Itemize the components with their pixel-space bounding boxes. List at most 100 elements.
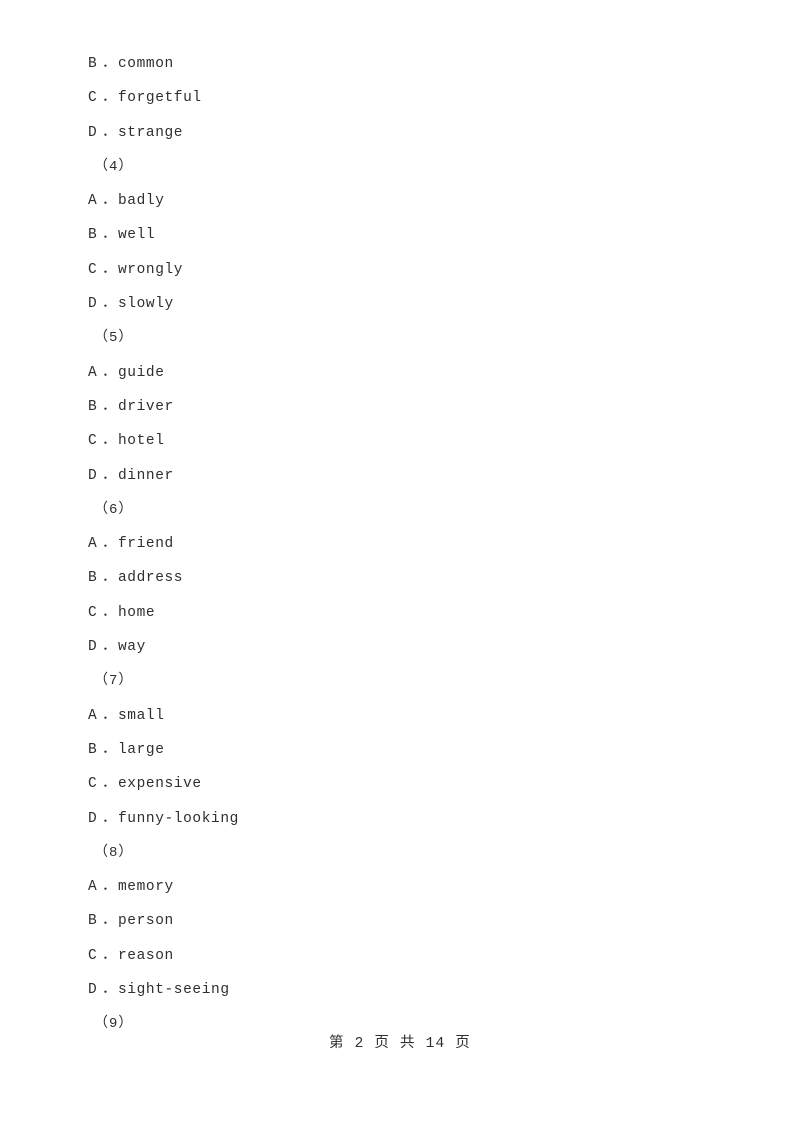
answer-option: C ．wrongly <box>88 253 728 287</box>
option-letter: B <box>88 913 98 930</box>
answer-option: A ．guide <box>88 356 728 390</box>
option-letter: A <box>88 879 98 896</box>
answer-option: A ．badly <box>88 184 728 218</box>
question-number: （8） <box>94 844 134 861</box>
option-separator: ． <box>102 296 118 313</box>
option-separator: ． <box>102 467 118 484</box>
answer-option: A ．friend <box>88 527 728 561</box>
option-letter: D <box>88 810 98 827</box>
option-text: small <box>118 707 165 724</box>
option-separator: ． <box>102 741 118 758</box>
option-separator: ． <box>102 227 118 244</box>
option-separator: ． <box>102 124 118 141</box>
answer-option: B ．address <box>88 561 728 595</box>
option-separator: ． <box>102 570 118 587</box>
option-letter: D <box>88 124 98 141</box>
option-text: large <box>118 741 165 758</box>
answer-option: D ．dinner <box>88 459 728 493</box>
option-text: way <box>118 639 146 656</box>
answer-option: B ．person <box>88 904 728 938</box>
answer-option: C ．forgetful <box>88 81 728 115</box>
option-letter: A <box>88 364 98 381</box>
question-number: （7） <box>94 673 134 690</box>
option-separator: ． <box>102 90 118 107</box>
document-page: B ．common C ．forgetful D ．strange （4） A ．badly B ．… <box>0 0 800 1132</box>
option-separator: ． <box>102 947 118 964</box>
answer-option: C ．hotel <box>88 424 728 458</box>
option-letter: A <box>88 536 98 553</box>
answer-option: D ．strange <box>88 116 728 150</box>
option-text: strange <box>118 124 184 141</box>
option-letter: C <box>88 776 98 793</box>
answer-option: D ．slowly <box>88 287 728 321</box>
option-text: hotel <box>118 433 165 450</box>
option-text: funny-looking <box>118 810 239 827</box>
answer-option: D ．sight-seeing <box>88 973 728 1007</box>
option-separator: ． <box>102 982 118 999</box>
option-text: guide <box>118 364 165 381</box>
answer-option: A ．memory <box>88 870 728 904</box>
option-letter: C <box>88 947 98 964</box>
option-letter: C <box>88 604 98 621</box>
option-separator: ． <box>102 56 118 72</box>
option-text: memory <box>118 879 174 896</box>
option-separator: ． <box>102 810 118 827</box>
option-letter: D <box>88 982 98 999</box>
option-text: wrongly <box>118 261 184 278</box>
answer-option: C ．reason <box>88 939 728 973</box>
option-separator: ． <box>102 604 118 621</box>
question-number: （6） <box>94 501 134 518</box>
option-text: expensive <box>118 776 202 793</box>
option-text: reason <box>118 947 174 964</box>
option-letter: D <box>88 467 98 484</box>
option-letter: B <box>88 56 98 72</box>
option-separator: ． <box>102 261 118 278</box>
option-text: friend <box>118 536 174 553</box>
answer-option: B ．well <box>88 218 728 252</box>
option-text: address <box>118 570 184 587</box>
option-letter: B <box>88 741 98 758</box>
option-text: forgetful <box>118 90 202 107</box>
option-separator: ． <box>102 776 118 793</box>
answer-option: B ．large <box>88 733 728 767</box>
option-letter: C <box>88 261 98 278</box>
answer-option: B ．driver <box>88 390 728 424</box>
question-number: （4） <box>94 158 134 175</box>
option-text: dinner <box>118 467 174 484</box>
option-letter: B <box>88 227 98 244</box>
option-text: person <box>118 913 174 930</box>
option-letter: D <box>88 296 98 313</box>
option-separator: ． <box>102 433 118 450</box>
option-separator: ． <box>102 364 118 381</box>
option-letter: D <box>88 639 98 656</box>
option-letter: B <box>88 570 98 587</box>
option-text: well <box>118 227 156 244</box>
option-separator: ． <box>102 398 118 415</box>
option-separator: ． <box>102 913 118 930</box>
answer-option: A ．small <box>88 699 728 733</box>
option-letter: A <box>88 193 98 210</box>
option-separator: ． <box>102 193 118 210</box>
option-text: home <box>118 604 156 621</box>
question-list: B ．common C ．forgetful D ．strange （4） A ．badly B ．… <box>88 47 728 1042</box>
page-footer: 第 2 页 共 14 页 <box>328 1036 471 1052</box>
option-letter: A <box>88 707 98 724</box>
option-text: slowly <box>118 296 174 313</box>
answer-option: C ．expensive <box>88 767 728 801</box>
option-separator: ． <box>102 639 118 656</box>
option-separator: ． <box>102 536 118 553</box>
option-separator: ． <box>102 707 118 724</box>
option-letter: C <box>88 433 98 450</box>
answer-option: B ．common <box>88 47 728 81</box>
option-text: driver <box>118 398 174 415</box>
option-separator: ． <box>102 879 118 896</box>
answer-option: D ．way <box>88 630 728 664</box>
option-letter: B <box>88 398 98 415</box>
option-text: common <box>118 56 174 72</box>
answer-option: D ．funny-looking <box>88 802 728 836</box>
option-letter: C <box>88 90 98 107</box>
option-text: badly <box>118 193 165 210</box>
answer-option: C ．home <box>88 596 728 630</box>
question-number: （5） <box>94 330 134 347</box>
option-text: sight-seeing <box>118 982 230 999</box>
